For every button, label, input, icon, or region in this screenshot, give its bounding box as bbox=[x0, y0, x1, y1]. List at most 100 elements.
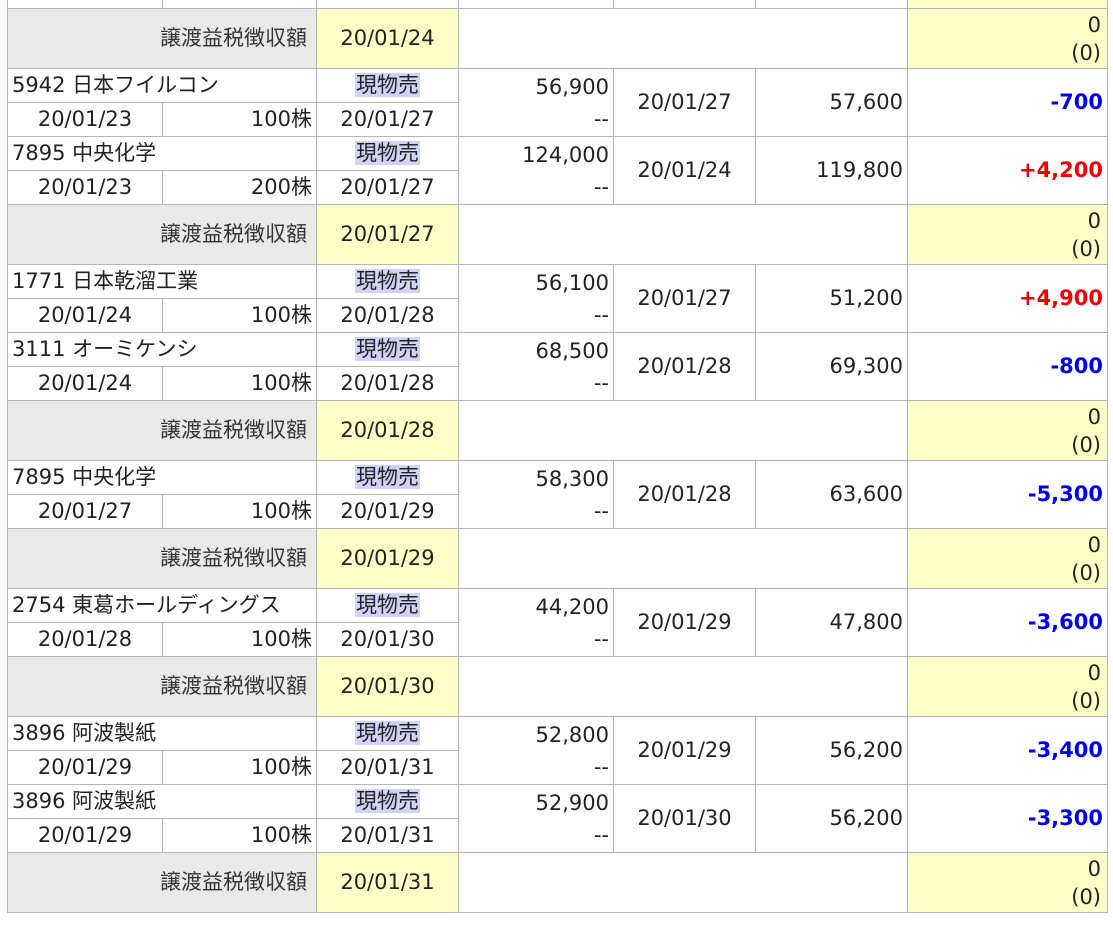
tax-amount: 0 bbox=[1087, 660, 1101, 685]
trade-kind: 現物売 bbox=[316, 68, 459, 103]
buy-date: 20/01/23 bbox=[7, 102, 163, 137]
tax-amount-cell: 0 (0) bbox=[907, 400, 1108, 461]
tax-label: 譲渡益税徴収額 bbox=[7, 528, 317, 589]
tax-row: 譲渡益税徴収額 20/01/27 0 (0) bbox=[7, 204, 1108, 265]
tax-date: 20/01/29 bbox=[316, 528, 459, 589]
tax-label: 譲渡益税徴収額 bbox=[7, 204, 317, 265]
tax-amount-sub: (0) bbox=[1071, 560, 1101, 585]
sell-date: 20/01/29 bbox=[613, 588, 756, 657]
tax-amount-sub: (0) bbox=[1071, 432, 1101, 457]
trade-row: 5942 日本フイルコン 現物売 56,900 -- 20/01/27 57,600 -70… bbox=[7, 68, 1108, 137]
tax-amount-cell: 0 (0) bbox=[907, 656, 1108, 717]
tax-row: 譲渡益税徴収額 20/01/31 0 (0) bbox=[7, 852, 1108, 913]
stock-name[interactable]: 3896 阿波製紙 bbox=[7, 784, 317, 819]
sell-price: 119,800 bbox=[755, 136, 908, 205]
tax-amount: 0 bbox=[1087, 532, 1101, 557]
tax-date: 20/01/30 bbox=[316, 656, 459, 717]
trade-kind-label: 現物売 bbox=[355, 465, 420, 489]
buy-price-cell: 52,900 -- bbox=[458, 784, 614, 853]
tax-row: 譲渡益税徴収額 20/01/30 0 (0) bbox=[7, 656, 1108, 717]
sell-date: 20/01/28 bbox=[613, 460, 756, 529]
sell-date: 20/01/28 bbox=[613, 332, 756, 401]
buy-price-cell: 56,900 -- bbox=[458, 68, 614, 137]
tax-amount: 0 bbox=[1087, 12, 1101, 37]
fee: -- bbox=[593, 626, 609, 651]
buy-price-cell: 56,100 -- bbox=[458, 264, 614, 333]
trade-kind: 現物売 bbox=[316, 784, 459, 819]
trade-kind-label: 現物売 bbox=[355, 721, 420, 745]
stock-name[interactable]: 7895 中央化学 bbox=[7, 136, 317, 171]
tax-blank bbox=[458, 8, 908, 69]
fee: -- bbox=[593, 106, 609, 131]
trade-kind-label: 現物売 bbox=[355, 337, 420, 361]
cell bbox=[613, 0, 756, 9]
buy-price: 52,800 bbox=[535, 722, 609, 747]
tax-amount-cell: 0 (0) bbox=[907, 8, 1108, 69]
sell-date: 20/01/29 bbox=[613, 716, 756, 785]
buy-price-cell: 68,500 -- bbox=[458, 332, 614, 401]
settle-date: 20/01/28 bbox=[316, 366, 459, 401]
quantity: 100株 bbox=[162, 818, 317, 853]
buy-price: 52,900 bbox=[535, 790, 609, 815]
trade-kind: 現物売 bbox=[316, 588, 459, 623]
buy-date: 20/01/28 bbox=[7, 622, 163, 657]
stock-name[interactable]: 5942 日本フイルコン bbox=[7, 68, 317, 103]
tax-row: 譲渡益税徴収額 20/01/24 0 (0) bbox=[7, 8, 1108, 69]
cell bbox=[458, 0, 614, 9]
fee: -- bbox=[593, 754, 609, 779]
profit-loss: -3,600 bbox=[907, 588, 1108, 657]
tax-amount: 0 bbox=[1087, 404, 1101, 429]
buy-price: 56,100 bbox=[535, 270, 609, 295]
tax-date: 20/01/31 bbox=[316, 852, 459, 913]
stock-name[interactable]: 3111 オーミケンシ bbox=[7, 332, 317, 367]
tax-date: 20/01/24 bbox=[316, 8, 459, 69]
quantity: 100株 bbox=[162, 102, 317, 137]
trade-kind: 現物売 bbox=[316, 460, 459, 495]
tax-date: 20/01/27 bbox=[316, 204, 459, 265]
trade-row: 2754 東葛ホールディングス 現物売 44,200 -- 20/01/29 47,800… bbox=[7, 588, 1108, 657]
trade-kind: 現物売 bbox=[316, 264, 459, 299]
tax-label: 譲渡益税徴収額 bbox=[7, 656, 317, 717]
table-row bbox=[7, 0, 1108, 9]
buy-price: 56,900 bbox=[535, 74, 609, 99]
tax-amount-cell: 0 (0) bbox=[907, 204, 1108, 265]
stock-name[interactable]: 3896 阿波製紙 bbox=[7, 716, 317, 751]
trade-row: 3896 阿波製紙 現物売 52,800 -- 20/01/29 56,200 -3,400 bbox=[7, 716, 1108, 785]
fee: -- bbox=[593, 822, 609, 847]
tax-label: 譲渡益税徴収額 bbox=[7, 8, 317, 69]
fee: -- bbox=[593, 174, 609, 199]
profit-loss: +4,200 bbox=[907, 136, 1108, 205]
sell-price: 47,800 bbox=[755, 588, 908, 657]
settle-date: 20/01/31 bbox=[316, 750, 459, 785]
buy-price-cell: 58,300 -- bbox=[458, 460, 614, 529]
trade-kind-label: 現物売 bbox=[355, 269, 420, 293]
buy-price: 58,300 bbox=[535, 466, 609, 491]
fee: -- bbox=[593, 302, 609, 327]
trade-kind-label: 現物売 bbox=[355, 73, 420, 97]
trade-row: 7895 中央化学 現物売 58,300 -- 20/01/28 63,600 -5,300 bbox=[7, 460, 1108, 529]
cell bbox=[162, 0, 317, 9]
stock-name[interactable]: 2754 東葛ホールディングス bbox=[7, 588, 317, 623]
tax-amount-sub: (0) bbox=[1071, 40, 1101, 65]
settle-date: 20/01/30 bbox=[316, 622, 459, 657]
cell bbox=[7, 0, 163, 9]
quantity: 100株 bbox=[162, 750, 317, 785]
profit-loss: -700 bbox=[907, 68, 1108, 137]
settle-date: 20/01/31 bbox=[316, 818, 459, 853]
quantity: 100株 bbox=[162, 298, 317, 333]
tax-blank bbox=[458, 656, 908, 717]
sell-price: 57,600 bbox=[755, 68, 908, 137]
tax-amount: 0 bbox=[1087, 856, 1101, 881]
sell-date: 20/01/24 bbox=[613, 136, 756, 205]
fee: -- bbox=[593, 498, 609, 523]
settle-date: 20/01/28 bbox=[316, 298, 459, 333]
buy-date: 20/01/27 bbox=[7, 494, 163, 529]
stock-name[interactable]: 7895 中央化学 bbox=[7, 460, 317, 495]
sell-date: 20/01/27 bbox=[613, 68, 756, 137]
cell bbox=[755, 0, 908, 9]
tax-blank bbox=[458, 400, 908, 461]
buy-price-cell: 44,200 -- bbox=[458, 588, 614, 657]
stock-name[interactable]: 1771 日本乾溜工業 bbox=[7, 264, 317, 299]
trade-row: 1771 日本乾溜工業 現物売 56,100 -- 20/01/27 51,200 +4,9… bbox=[7, 264, 1108, 333]
sell-price: 56,200 bbox=[755, 784, 908, 853]
